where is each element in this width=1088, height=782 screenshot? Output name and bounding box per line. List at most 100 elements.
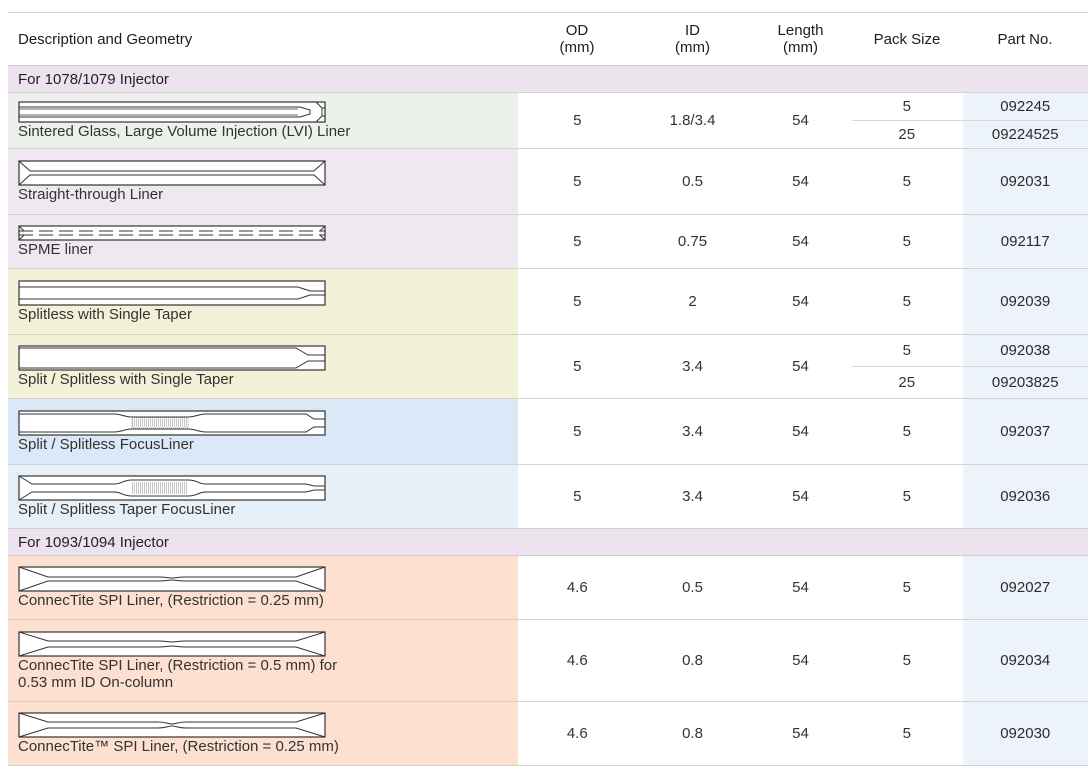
length-cell: 54 bbox=[749, 92, 852, 149]
pack-size-cell: 5 bbox=[852, 92, 962, 121]
connectite-spi-liner-icon bbox=[18, 712, 326, 738]
header-row: Description and Geometry OD (mm) ID (mm) L… bbox=[8, 12, 1088, 66]
table-row: Split / Splitless FocusLiner 5 3.4 54 5 … bbox=[8, 398, 1088, 465]
od-cell: 4.6 bbox=[518, 701, 636, 766]
table-row: Splitless with Single Taper 5 2 54 5 092… bbox=[8, 268, 1088, 335]
part-no-cell: 092039 bbox=[961, 268, 1088, 335]
id-cell: 3.4 bbox=[636, 334, 749, 399]
pack-size-cell: 5 bbox=[852, 701, 962, 766]
part-no-cell: 09224525 bbox=[961, 120, 1088, 149]
spme-liner-icon bbox=[18, 225, 326, 241]
description-label: Splitless with Single Taper bbox=[18, 306, 192, 323]
od-cell: 5 bbox=[518, 464, 636, 529]
od-cell: 5 bbox=[518, 398, 636, 465]
part-no-cell: 092117 bbox=[961, 214, 1088, 269]
description-cell: Split / Splitless Taper FocusLiner bbox=[8, 464, 519, 529]
table-row: ConnecTite™ SPI Liner, (Restriction = 0.… bbox=[8, 701, 1088, 766]
od-cell: 5 bbox=[518, 268, 636, 335]
section-title: For 1078/1079 Injector bbox=[8, 65, 1088, 93]
od-cell: 5 bbox=[518, 92, 636, 149]
header-part-no: Part No. bbox=[962, 12, 1088, 66]
pack-size-cell: 5 bbox=[852, 214, 962, 269]
pack-size-cell: 5 bbox=[852, 398, 962, 465]
table-row: Split / Splitless Taper FocusLiner 5 3.4… bbox=[8, 464, 1088, 529]
description-label: ConnecTite™ SPI Liner, (Restriction = 0.… bbox=[18, 738, 339, 755]
length-cell: 54 bbox=[749, 464, 852, 529]
description-cell: ConnecTite™ SPI Liner, (Restriction = 0.… bbox=[8, 701, 519, 766]
part-no-cell: 092031 bbox=[961, 148, 1088, 215]
od-cell: 4.6 bbox=[518, 619, 636, 702]
id-cell: 0.75 bbox=[636, 214, 749, 269]
part-no-cell: 092036 bbox=[961, 464, 1088, 529]
id-cell: 0.8 bbox=[636, 619, 749, 702]
description-cell: Split / Splitless FocusLiner bbox=[8, 398, 519, 465]
description-label: ConnecTite SPI Liner, (Restriction = 0.5… bbox=[18, 656, 338, 674]
description-label: ConnecTite SPI Liner, (Restriction = 0.2… bbox=[18, 592, 324, 609]
id-cell: 3.4 bbox=[636, 398, 749, 465]
pack-size-cell: 5 bbox=[852, 619, 962, 702]
part-no-cell: 092038 bbox=[961, 334, 1088, 367]
splitless-single-taper-liner-icon bbox=[18, 280, 326, 306]
table-row: ConnecTite SPI Liner, (Restriction = 0.5… bbox=[8, 619, 1088, 702]
description-label: Split / Splitless Taper FocusLiner bbox=[18, 501, 236, 518]
part-no-cell: 092245 bbox=[961, 92, 1088, 121]
length-cell: 54 bbox=[749, 555, 852, 620]
part-no-cell: 092030 bbox=[961, 701, 1088, 766]
id-cell: 0.8 bbox=[636, 701, 749, 766]
part-no-cell: 09203825 bbox=[961, 366, 1088, 399]
description-label: SPME liner bbox=[18, 241, 94, 258]
id-cell: 0.5 bbox=[636, 555, 749, 620]
length-cell: 54 bbox=[749, 148, 852, 215]
pack-size-cell: 5 bbox=[852, 464, 962, 529]
description-cell: Sintered Glass, Large Volume Injection (… bbox=[8, 92, 519, 149]
length-cell: 54 bbox=[749, 619, 852, 702]
description-label: Split / Splitless with Single Taper bbox=[18, 371, 234, 388]
length-cell: 54 bbox=[749, 214, 852, 269]
description-cell: SPME liner bbox=[8, 214, 519, 269]
id-cell: 1.8/3.4 bbox=[636, 92, 749, 149]
description-cell: ConnecTite SPI Liner, (Restriction = 0.2… bbox=[8, 555, 519, 620]
section-title: For 1093/1094 Injector bbox=[8, 528, 1088, 556]
table-row: Split / Splitless with Single Taper 5 3.… bbox=[8, 334, 1088, 399]
pack-size-cell: 5 bbox=[852, 334, 962, 367]
part-no-cell: 092037 bbox=[961, 398, 1088, 465]
table-row: Straight-through Liner 5 0.5 54 5 092031 bbox=[8, 148, 1088, 215]
length-cell: 54 bbox=[749, 398, 852, 465]
connectite-spi-liner-icon bbox=[18, 566, 326, 592]
length-cell: 54 bbox=[749, 701, 852, 766]
liner-table: Description and Geometry OD (mm) ID (mm) L… bbox=[8, 12, 1088, 766]
section-row-1093-1094: For 1093/1094 Injector bbox=[8, 528, 1088, 556]
header-od: OD (mm) bbox=[518, 12, 636, 66]
id-cell: 2 bbox=[636, 268, 749, 335]
table-row: ConnecTite SPI Liner, (Restriction = 0.2… bbox=[8, 555, 1088, 620]
length-cell: 54 bbox=[749, 334, 852, 399]
od-cell: 5 bbox=[518, 148, 636, 215]
description-cell: Straight-through Liner bbox=[8, 148, 519, 215]
length-cell: 54 bbox=[749, 268, 852, 335]
description-cell: Split / Splitless with Single Taper bbox=[8, 334, 519, 399]
focusliner-icon bbox=[18, 410, 326, 436]
description-label: Sintered Glass, Large Volume Injection (… bbox=[18, 123, 351, 140]
id-cell: 3.4 bbox=[636, 464, 749, 529]
split-splitless-single-taper-liner-icon bbox=[18, 345, 326, 371]
section-row-1078-1079: For 1078/1079 Injector bbox=[8, 65, 1088, 93]
pack-size-cell: 5 bbox=[852, 148, 962, 215]
table-row: SPME liner 5 0.75 54 5 092117 bbox=[8, 214, 1088, 269]
description-cell: ConnecTite SPI Liner, (Restriction = 0.5… bbox=[8, 619, 519, 702]
header-description: Description and Geometry bbox=[8, 12, 518, 66]
header-length: Length (mm) bbox=[749, 12, 852, 66]
header-pack-size: Pack Size bbox=[852, 12, 962, 66]
pack-size-cell: 5 bbox=[852, 268, 962, 335]
pack-size-cell: 25 bbox=[852, 366, 962, 399]
pack-size-cell: 25 bbox=[852, 120, 962, 149]
sintered-glass-liner-icon bbox=[18, 101, 326, 123]
description-label-line2: 0.53 mm ID On-column bbox=[18, 673, 174, 691]
straight-through-liner-icon bbox=[18, 160, 326, 186]
od-cell: 4.6 bbox=[518, 555, 636, 620]
connectite-spi-liner-icon bbox=[18, 630, 326, 657]
table-row: Sintered Glass, Large Volume Injection (… bbox=[8, 92, 1088, 149]
part-no-cell: 092034 bbox=[961, 619, 1088, 702]
description-label: Straight-through Liner bbox=[18, 186, 164, 203]
part-no-cell: 092027 bbox=[961, 555, 1088, 620]
id-cell: 0.5 bbox=[636, 148, 749, 215]
